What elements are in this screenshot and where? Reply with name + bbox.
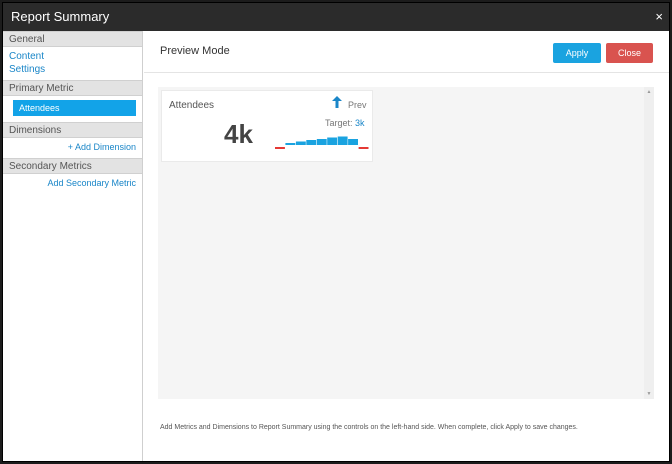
- sidebar-link-content[interactable]: Content: [9, 50, 136, 63]
- spark-bar: [275, 147, 285, 149]
- spark-bar: [295, 141, 306, 145]
- spark-bar: [358, 147, 369, 149]
- section-general-header: General: [3, 31, 142, 47]
- horizontal-scrollbar[interactable]: [158, 399, 654, 407]
- spark-bar: [327, 137, 338, 145]
- sidebar: General Content Settings Primary Metric …: [3, 31, 143, 461]
- target-value: 3k: [355, 118, 365, 128]
- sparkline-chart: [275, 136, 369, 149]
- preview-canvas: Attendees 4k Prev Target: 3k: [158, 87, 644, 399]
- scroll-down-icon[interactable]: ▼: [646, 391, 652, 397]
- spark-bar: [285, 143, 296, 145]
- vertical-scrollbar[interactable]: ▲ ▼: [644, 87, 654, 399]
- preview-title: Preview Mode: [160, 45, 230, 57]
- sidebar-link-settings[interactable]: Settings: [9, 63, 136, 76]
- spark-bar: [306, 140, 317, 145]
- apply-button[interactable]: Apply: [553, 43, 601, 63]
- scroll-up-icon[interactable]: ▲: [646, 89, 652, 95]
- kpi-value: 4k: [224, 119, 253, 149]
- spark-bar: [348, 139, 358, 145]
- main-panel: Preview Mode Apply Close Attendees 4k Pr…: [144, 31, 669, 461]
- close-button[interactable]: Close: [606, 43, 653, 63]
- section-primary-header: Primary Metric: [3, 80, 142, 96]
- target-label: Target:: [325, 118, 353, 128]
- arrow-up-icon: [332, 96, 342, 111]
- footnote: Add Metrics and Dimensions to Report Sum…: [160, 424, 578, 431]
- kpi-card: Attendees 4k Prev Target: 3k: [161, 90, 373, 162]
- close-icon[interactable]: ×: [655, 3, 663, 31]
- section-secondary-header: Secondary Metrics: [3, 158, 142, 174]
- spark-bar: [316, 139, 327, 145]
- dialog-title: Report Summary: [11, 9, 110, 24]
- section-dimensions-header: Dimensions: [3, 122, 142, 138]
- primary-metric-item[interactable]: Attendees: [13, 100, 136, 116]
- add-secondary-metric-link[interactable]: Add Secondary Metric: [9, 177, 136, 190]
- dialog-titlebar: Report Summary ×: [3, 3, 669, 31]
- kpi-label: Attendees: [169, 100, 215, 111]
- add-dimension-link[interactable]: + Add Dimension: [9, 141, 136, 154]
- trend-label: Prev: [348, 100, 367, 110]
- spark-bar: [337, 136, 348, 145]
- main-header: Preview Mode Apply Close: [144, 31, 669, 73]
- report-summary-dialog: Report Summary × General Content Setting…: [2, 2, 670, 462]
